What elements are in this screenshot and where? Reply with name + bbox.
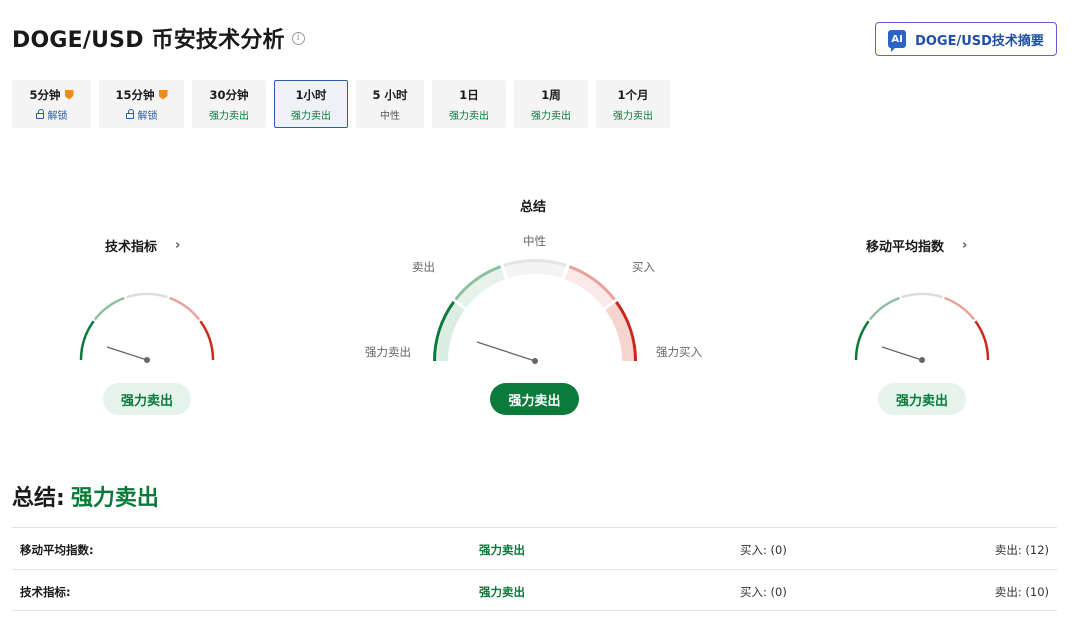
gauge-label-neutral: 中性	[523, 234, 546, 248]
row-sell-count: 卖出: (12)	[994, 543, 1049, 557]
gauge-needle	[106, 346, 148, 361]
tab-label: 30分钟	[209, 87, 249, 102]
row-buy-count: 买入: (0)	[740, 585, 787, 599]
row-buy-count: 买入: (0)	[740, 543, 787, 557]
tab-status: 强力卖出	[209, 110, 249, 122]
moving-average-signal-badge: 强力卖出	[878, 383, 966, 415]
tab-label: 5分钟	[29, 87, 61, 102]
gauge-needle	[881, 346, 923, 361]
gauge-arc-strong-buy	[199, 320, 215, 361]
tab-label: 1日	[459, 87, 479, 102]
info-icon[interactable]: i	[291, 31, 305, 45]
tab-status: 强力卖出	[613, 110, 653, 122]
summary-value: 强力卖出	[70, 486, 159, 511]
tab-label: 1小时	[295, 87, 327, 102]
gauge-arc-strong-buy	[974, 320, 990, 361]
page-title: DOGE/USD 币安技术分析	[12, 28, 285, 53]
moving-average-title-label: 移动平均指数	[866, 240, 945, 255]
row-name: 技术指标:	[20, 585, 71, 599]
lock-icon	[125, 108, 134, 119]
gauge-arc-sell	[868, 296, 900, 321]
gauge-arc-neutral	[126, 292, 168, 299]
moving-average-gauge-title[interactable]: 移动平均指数 ›	[866, 236, 967, 255]
chevron-right-icon: ›	[175, 238, 181, 253]
tab-status: 解锁	[137, 110, 158, 122]
tab-label: 1个月	[617, 87, 649, 102]
summary-gauge	[433, 258, 637, 364]
gauge-arc-sell	[93, 296, 125, 321]
page-header: DOGE/USD 币安技术分析 i	[12, 22, 305, 54]
gauge-arc-neutral	[901, 292, 943, 299]
gauge-arc-buy	[564, 265, 616, 308]
ai-icon: AI	[888, 30, 907, 52]
tab-label: 5 小时	[372, 87, 408, 102]
gauge-arc-strong-sell	[79, 320, 95, 361]
technical-gauge-title[interactable]: 技术指标 ›	[105, 236, 180, 255]
tab-status: 解锁	[47, 110, 68, 122]
tab-status: 强力卖出	[531, 110, 571, 122]
row-signal: 强力卖出	[479, 585, 525, 599]
summary-signal-badge: 强力卖出	[490, 383, 579, 415]
tab-status: 中性	[380, 110, 400, 122]
gauge-arc-strong-sell	[854, 320, 870, 361]
tab-5h[interactable]: 5 小时 中性	[356, 80, 424, 128]
summary-table: 移动平均指数: 强力卖出 买入: (0) 卖出: (12) 技术指标: 强力卖出…	[12, 527, 1057, 611]
technical-gauge	[79, 292, 215, 363]
row-sell-count: 卖出: (10)	[994, 585, 1049, 599]
tab-30min[interactable]: 30分钟 强力卖出	[192, 80, 266, 128]
lock-icon	[35, 108, 44, 119]
tab-1d[interactable]: 1日 强力卖出	[432, 80, 506, 128]
gauge-label-strong-sell: 强力卖出	[365, 345, 411, 359]
gauge-arc-buy	[944, 296, 976, 321]
gauge-needle	[476, 341, 536, 362]
tab-15min[interactable]: 15分钟 解锁	[99, 80, 184, 128]
gauge-arc-buy	[169, 296, 201, 321]
gauge-pivot	[532, 358, 538, 364]
tab-label: 15分钟	[115, 87, 155, 102]
summary-label: 总结:	[12, 486, 65, 511]
table-row: 技术指标: 强力卖出 买入: (0) 卖出: (10)	[12, 569, 1057, 611]
technical-title-label: 技术指标	[105, 240, 158, 255]
tab-5min[interactable]: 5分钟 解锁	[12, 80, 91, 128]
ai-summary-button[interactable]: AI DOGE/USD技术摘要	[875, 22, 1057, 56]
tab-status: 强力卖出	[449, 110, 489, 122]
gauge-arc-sell	[454, 265, 506, 308]
pro-icon	[64, 89, 74, 100]
ai-summary-label: DOGE/USD技术摘要	[915, 33, 1044, 49]
tab-label: 1周	[541, 87, 561, 102]
chevron-right-icon: ›	[962, 238, 968, 253]
gauge-pivot	[144, 357, 150, 363]
tab-1mo[interactable]: 1个月 强力卖出	[596, 80, 670, 128]
gauge-label-strong-buy: 强力买入	[656, 345, 702, 359]
row-signal: 强力卖出	[479, 543, 525, 557]
tab-status: 强力卖出	[291, 110, 331, 122]
moving-average-gauge	[854, 292, 990, 363]
timeframe-tabs: 5分钟 解锁 15分钟 解锁 30分钟 强力卖出 1小时 强力卖出 5 小时 中…	[12, 80, 678, 128]
table-row: 移动平均指数: 强力卖出 买入: (0) 卖出: (12)	[12, 527, 1057, 569]
tab-1h[interactable]: 1小时 强力卖出	[274, 80, 348, 128]
tab-1w[interactable]: 1周 强力卖出	[514, 80, 588, 128]
row-name: 移动平均指数:	[20, 543, 94, 557]
summary-gauge-title: 总结	[520, 200, 547, 215]
gauge-pivot	[919, 357, 925, 363]
summary-heading: 总结: 强力卖出	[12, 480, 159, 512]
pro-icon	[158, 89, 168, 100]
technical-signal-badge: 强力卖出	[103, 383, 191, 415]
